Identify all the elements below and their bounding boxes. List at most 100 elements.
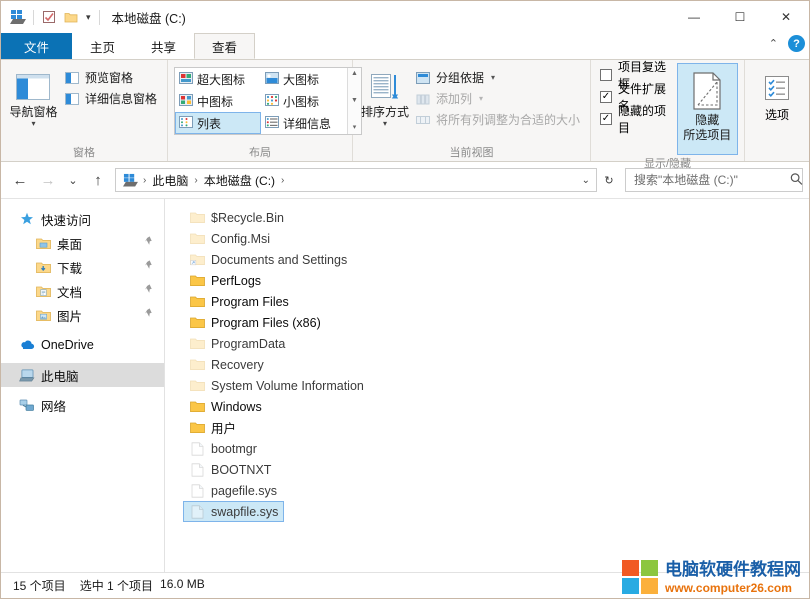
details-pane-item[interactable]: 详细信息窗格 (60, 88, 161, 109)
hidden-items-option[interactable]: 隐藏的项目 (597, 104, 673, 135)
preview-pane-item[interactable]: 预览窗格 (60, 67, 161, 88)
qat-dropdown-icon[interactable]: ▾ (82, 12, 95, 23)
file-name: Program Files (x86) (211, 315, 321, 330)
folder-icon (189, 210, 205, 226)
options-icon (762, 70, 792, 106)
file-name: $Recycle.Bin (211, 210, 284, 225)
sidebar-item-pictures[interactable]: 图片 (1, 303, 164, 327)
sidebar-item-quick-access[interactable]: 快速访问 (1, 207, 164, 231)
folder-icon (189, 357, 205, 373)
file-name: bootmgr (211, 441, 257, 456)
list-item[interactable]: PerfLogs (183, 270, 267, 291)
folder-icon (189, 420, 205, 436)
file-name: pagefile.sys (211, 483, 278, 498)
view-medium-icons[interactable]: 中图标 (175, 90, 261, 112)
sort-by-icon (369, 68, 401, 106)
list-item[interactable]: 用户 (183, 417, 242, 438)
sidebar-item-documents[interactable]: 文档 (1, 279, 164, 303)
recent-locations-button[interactable]: ⌄ (63, 167, 83, 193)
list-item[interactable]: System Volume Information (183, 375, 370, 396)
minimize-button[interactable]: — (671, 1, 717, 33)
ribbon-tabs: 文件 主页 共享 查看 ⌃ ? (1, 33, 809, 59)
view-details[interactable]: 详细信息 (261, 112, 347, 134)
hide-selected-items-button[interactable]: 隐藏 所选项目 (676, 63, 738, 155)
breadcrumb[interactable]: › 此电脑 › 本地磁盘 (C:) › ⌄ (115, 168, 597, 192)
maximize-button[interactable]: ☐ (717, 1, 763, 33)
file-name: System Volume Information (211, 378, 364, 393)
list-item[interactable]: Program Files (x86) (183, 312, 327, 333)
tab-home[interactable]: 主页 (72, 33, 133, 59)
chevron-down-icon[interactable]: ▾ (383, 120, 387, 128)
checkbox-checked-icon[interactable] (600, 91, 612, 103)
sidebar-item-this-pc[interactable]: 此电脑 (1, 363, 164, 387)
qat-divider-2 (98, 9, 100, 25)
file-explorer-window: ▾ 本地磁盘 (C:) — ☐ ✕ 文件 主页 共享 查看 ⌃ ? 导航窗格 ▾… (0, 0, 810, 599)
checkbox-checked-icon[interactable] (600, 113, 612, 125)
checkbox-icon[interactable] (600, 69, 612, 81)
this-pc-icon[interactable] (120, 173, 140, 187)
forward-button[interactable]: → (35, 167, 61, 193)
chevron-up-icon[interactable]: ⌃ (765, 35, 782, 52)
properties-icon[interactable] (38, 6, 60, 28)
list-item[interactable]: BOOTNXT (183, 459, 277, 480)
back-button[interactable]: ← (7, 167, 33, 193)
tab-view[interactable]: 查看 (194, 33, 256, 59)
list-item[interactable]: ProgramData (183, 333, 291, 354)
view-small-icons[interactable]: 小图标 (261, 90, 347, 112)
search-box[interactable] (625, 168, 803, 192)
list-item[interactable]: pagefile.sys (183, 480, 283, 501)
file-list[interactable]: $Recycle.Bin Config.Msi Documents and Se… (165, 199, 809, 572)
file-name: PerfLogs (211, 273, 262, 288)
pin-icon[interactable] (145, 236, 154, 250)
help-icon[interactable]: ? (788, 35, 805, 52)
pin-icon[interactable] (145, 284, 154, 298)
sidebar-item-onedrive[interactable]: OneDrive (1, 333, 164, 357)
breadcrumb-item-this-pc[interactable]: 此电脑 (149, 172, 191, 189)
list-item[interactable]: Documents and Settings (183, 249, 353, 270)
breadcrumb-separator[interactable]: › (142, 175, 147, 186)
up-button[interactable]: ↑ (85, 167, 111, 193)
tab-share[interactable]: 共享 (133, 33, 194, 59)
sidebar-item-desktop[interactable]: 桌面 (1, 231, 164, 255)
address-dropdown-icon[interactable]: ⌄ (582, 175, 590, 186)
sidebar-item-label: 文档 (57, 285, 83, 300)
list-item[interactable]: $Recycle.Bin (183, 207, 290, 228)
small-icons-icon (265, 93, 279, 109)
list-item[interactable]: Program Files (183, 291, 295, 312)
folder-icon (189, 273, 205, 289)
preview-pane-label: 预览窗格 (84, 71, 133, 85)
navigation-pane-label: 导航窗格 (9, 105, 58, 119)
list-item[interactable]: bootmgr (183, 438, 263, 459)
navigation-pane-button[interactable]: 导航窗格 ▾ (7, 64, 60, 128)
tab-file[interactable]: 文件 (1, 33, 73, 59)
sort-by-button[interactable]: 排序方式 ▾ (359, 64, 411, 128)
view-list[interactable]: 列表 (175, 112, 261, 134)
chevron-down-icon: ▾ (479, 94, 484, 103)
explorer-icon[interactable] (7, 6, 29, 28)
search-input[interactable] (632, 172, 791, 188)
pin-icon[interactable] (145, 308, 154, 322)
options-button[interactable]: 选项 (751, 64, 803, 123)
pin-icon[interactable] (145, 260, 154, 274)
sidebar-item-downloads[interactable]: 下载 (1, 255, 164, 279)
sort-by-label: 排序方式 (360, 105, 409, 119)
list-item[interactable]: swapfile.sys (183, 501, 285, 522)
close-button[interactable]: ✕ (763, 1, 809, 33)
sidebar-item-network[interactable]: 网络 (1, 393, 164, 417)
chevron-down-icon[interactable]: ▾ (491, 73, 495, 82)
chevron-down-icon[interactable]: ▾ (31, 120, 35, 128)
list-item[interactable]: Windows (183, 396, 268, 417)
new-folder-icon[interactable] (60, 6, 82, 28)
list-item[interactable]: Config.Msi (183, 228, 276, 249)
list-item[interactable]: Recovery (183, 354, 270, 375)
view-extra-large-icons[interactable]: 超大图标 (175, 68, 261, 90)
breadcrumb-item-local-disk[interactable]: 本地磁盘 (C:) (201, 172, 278, 189)
details-pane-label: 详细信息窗格 (84, 92, 157, 106)
file-icon (189, 483, 205, 499)
breadcrumb-separator[interactable]: › (193, 175, 198, 186)
group-by-item[interactable]: 分组依据 ▾ (411, 67, 584, 88)
breadcrumb-separator[interactable]: › (280, 175, 285, 186)
view-large-icons[interactable]: 大图标 (261, 68, 347, 90)
file-name: BOOTNXT (211, 462, 272, 477)
folder-icon (189, 231, 205, 247)
